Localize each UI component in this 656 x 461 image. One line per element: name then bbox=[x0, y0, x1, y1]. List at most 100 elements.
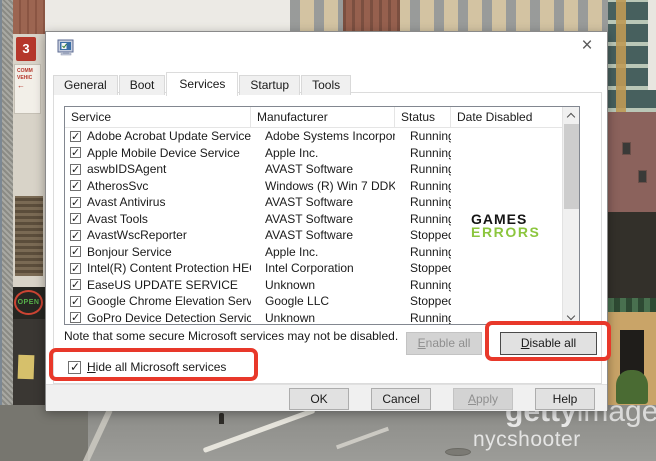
checkbox-icon[interactable] bbox=[70, 147, 81, 158]
checkbox-icon[interactable] bbox=[70, 279, 81, 290]
table-row[interactable]: AtherosSvcWindows (R) Win 7 DDK pr…Runni… bbox=[65, 178, 564, 195]
date-disabled-cell bbox=[451, 194, 564, 211]
service-cell: aswbIDSAgent bbox=[65, 161, 251, 178]
background-buildings-top bbox=[45, 0, 608, 31]
manufacturer-cell: Apple Inc. bbox=[251, 244, 395, 261]
background-pole bbox=[0, 0, 13, 461]
ok-label: OK bbox=[310, 392, 327, 406]
tab-tools[interactable]: Tools bbox=[301, 75, 351, 95]
service-name: Adobe Acrobat Update Service bbox=[87, 128, 251, 145]
checkbox-icon[interactable] bbox=[70, 131, 81, 142]
screen: 3 COMM VEHIC ← OPEN bbox=[0, 0, 656, 461]
column-header-manufacturer[interactable]: Manufacturer bbox=[251, 107, 395, 128]
background-pedestrian bbox=[219, 413, 224, 424]
status-cell: Running bbox=[395, 145, 451, 162]
vertical-scrollbar[interactable] bbox=[562, 107, 579, 325]
ok-button[interactable]: OK bbox=[289, 388, 349, 410]
service-name: aswbIDSAgent bbox=[87, 161, 166, 178]
service-cell: Adobe Acrobat Update Service bbox=[65, 128, 251, 145]
manufacturer-cell: AVAST Software bbox=[251, 227, 395, 244]
status-cell: Running bbox=[395, 161, 451, 178]
manufacturer-cell: Adobe Systems Incorporated bbox=[251, 128, 395, 145]
background-window bbox=[622, 142, 631, 155]
scrollbar-thumb[interactable] bbox=[564, 124, 579, 209]
open-sign-text: OPEN bbox=[14, 290, 43, 315]
table-row[interactable]: Intel(R) Content Protection HEC…Intel Co… bbox=[65, 260, 564, 277]
background-dark-storefront bbox=[608, 212, 656, 312]
checkbox-icon[interactable] bbox=[70, 180, 81, 191]
table-row[interactable]: Avast AntivirusAVAST SoftwareRunning bbox=[65, 194, 564, 211]
help-button[interactable]: Help bbox=[535, 388, 595, 410]
table-row[interactable]: Google Chrome Elevation Servic…Google LL… bbox=[65, 293, 564, 310]
games-errors-line2: ERRORS bbox=[471, 226, 541, 239]
column-header-service[interactable]: Service bbox=[65, 107, 251, 128]
apply-button[interactable]: Apply bbox=[453, 388, 513, 410]
note-text: Note that some secure Microsoft services… bbox=[64, 329, 398, 343]
close-icon[interactable]: × bbox=[573, 34, 601, 60]
status-cell: Running bbox=[395, 178, 451, 195]
checkbox-icon[interactable] bbox=[70, 213, 81, 224]
status-cell: Running bbox=[395, 277, 451, 294]
tab-boot[interactable]: Boot bbox=[119, 75, 166, 95]
background-tan-building bbox=[290, 0, 608, 31]
background-manhole bbox=[445, 448, 471, 456]
table-row[interactable]: aswbIDSAgentAVAST SoftwareRunning bbox=[65, 161, 564, 178]
background-yellow-note bbox=[18, 355, 35, 380]
disable-all-button[interactable]: Disable all bbox=[500, 332, 597, 355]
hide-label-mnemonic: H bbox=[87, 360, 96, 374]
manufacturer-cell: Unknown bbox=[251, 277, 395, 294]
service-cell: Bonjour Service bbox=[65, 244, 251, 261]
table-row[interactable]: Apple Mobile Device ServiceApple Inc.Run… bbox=[65, 145, 564, 162]
tab-general[interactable]: General bbox=[53, 75, 118, 95]
checkbox-icon[interactable] bbox=[70, 197, 81, 208]
service-cell: Avast Tools bbox=[65, 211, 251, 228]
service-cell: Avast Antivirus bbox=[65, 194, 251, 211]
tab-services[interactable]: Services bbox=[166, 72, 238, 96]
hide-microsoft-services-checkbox[interactable]: Hide all Microsoft services bbox=[68, 360, 226, 374]
table-row[interactable]: EaseUS UPDATE SERVICEUnknownRunning bbox=[65, 277, 564, 294]
checkbox-icon[interactable] bbox=[70, 263, 81, 274]
apply-mnemonic: A bbox=[468, 392, 476, 406]
service-cell: AtherosSvc bbox=[65, 178, 251, 195]
disable-all-label: isable all bbox=[529, 336, 576, 350]
checkbox-icon[interactable] bbox=[70, 164, 81, 175]
service-cell: Google Chrome Elevation Servic… bbox=[65, 293, 251, 310]
checkbox-icon[interactable] bbox=[68, 361, 81, 374]
manufacturer-cell: Intel Corporation bbox=[251, 260, 395, 277]
hide-label-text: ide all Microsoft services bbox=[96, 360, 227, 374]
background-brick-wall bbox=[13, 0, 45, 34]
table-row[interactable]: GoPro Device Detection ServiceUnknownRun… bbox=[65, 310, 564, 326]
background-window bbox=[638, 170, 647, 183]
column-header-status[interactable]: Status bbox=[395, 107, 451, 128]
manufacturer-cell: AVAST Software bbox=[251, 194, 395, 211]
service-cell: AvastWscReporter bbox=[65, 227, 251, 244]
manufacturer-cell: Unknown bbox=[251, 310, 395, 326]
service-name: Intel(R) Content Protection HEC… bbox=[87, 260, 251, 277]
background-brick-mid bbox=[608, 112, 656, 212]
services-list: Service Manufacturer Status Date Disable… bbox=[64, 106, 580, 325]
tab-startup[interactable]: Startup bbox=[239, 75, 300, 95]
system-configuration-dialog: × GeneralBootServicesStartupTools Servic… bbox=[45, 31, 608, 410]
checkbox-icon[interactable] bbox=[70, 312, 81, 323]
scroll-down-icon[interactable] bbox=[563, 309, 580, 325]
status-cell: Running bbox=[395, 244, 451, 261]
enable-all-button[interactable]: Enable all bbox=[406, 332, 482, 355]
table-row[interactable]: Adobe Acrobat Update ServiceAdobe System… bbox=[65, 128, 564, 145]
cancel-button[interactable]: Cancel bbox=[371, 388, 431, 410]
table-row[interactable]: Bonjour ServiceApple Inc.Running bbox=[65, 244, 564, 261]
date-disabled-cell bbox=[451, 128, 564, 145]
checkbox-icon[interactable] bbox=[70, 296, 81, 307]
service-name: Avast Tools bbox=[87, 211, 148, 228]
street-sign-arrow: ← bbox=[17, 81, 25, 90]
background-brick-tower bbox=[343, 0, 400, 31]
checkbox-icon[interactable] bbox=[70, 246, 81, 257]
street-sign-number: 3 bbox=[16, 37, 36, 61]
status-cell: Running bbox=[395, 310, 451, 326]
status-cell: Stopped bbox=[395, 227, 451, 244]
column-header-date-disabled[interactable]: Date Disabled bbox=[451, 107, 564, 128]
scroll-up-icon[interactable] bbox=[563, 107, 580, 124]
title-bar: × bbox=[46, 32, 607, 63]
hide-microsoft-services-label: Hide all Microsoft services bbox=[87, 360, 226, 374]
service-name: AvastWscReporter bbox=[87, 227, 187, 244]
checkbox-icon[interactable] bbox=[70, 230, 81, 241]
